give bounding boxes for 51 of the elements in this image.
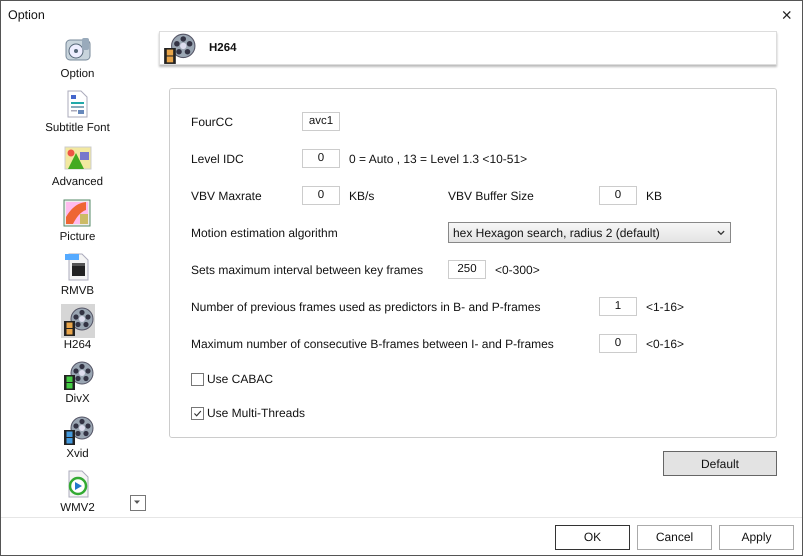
checkmark-icon [193, 408, 202, 418]
header-title: H264 [209, 42, 236, 54]
checkbox-label: Use Multi-Threads [207, 406, 306, 420]
setting-label: Motion estimation algorithm [191, 226, 339, 240]
nav-label[interactable]: Option [60, 68, 94, 80]
hint-text: KB/s [349, 188, 374, 202]
film-reel-icon [62, 359, 94, 392]
cancel-button[interactable]: Cancel [637, 524, 712, 550]
setting-label: VBV Buffer Size [448, 188, 535, 202]
film-reel-icon [62, 414, 94, 446]
setting-label: Number of previous frames used as predictors in B- and P-frames [191, 300, 542, 314]
setting-label: Maximum number of consecutive B-frames between I- and P-frames [191, 336, 555, 350]
nav-label[interactable]: Picture [60, 230, 96, 243]
nav-label[interactable]: RMVB [60, 284, 94, 297]
nav-label[interactable]: WMV2 [60, 502, 95, 514]
input-field[interactable]: 250 [448, 260, 486, 279]
film-reel-icon [62, 305, 94, 338]
ok-button[interactable]: OK [555, 524, 630, 550]
input-field[interactable]: 0 [599, 186, 637, 205]
dropdown[interactable]: hex Hexagon search, radius 2 (default) [448, 222, 731, 243]
checkbox[interactable] [191, 406, 204, 420]
hint-text: <0-16> [646, 336, 684, 350]
hint-text: <0-300> [495, 262, 540, 276]
hint-text: KB [646, 188, 662, 202]
input-field[interactable]: avc1 [302, 112, 340, 131]
nav-label[interactable]: Xvid [66, 448, 89, 460]
painting-icon [61, 196, 94, 229]
setting-label: FourCC [191, 114, 234, 128]
checkbox-label: Use CABAC [207, 372, 274, 386]
default-button[interactable]: Default [663, 451, 777, 476]
scroll-down-button[interactable] [130, 495, 146, 511]
close-button[interactable]: × [781, 6, 792, 24]
window-title: Option [8, 8, 45, 22]
input-field[interactable]: 0 [302, 186, 340, 205]
nav-label[interactable]: H264 [64, 339, 92, 352]
apply-button[interactable]: Apply [719, 524, 794, 550]
chevron-down-icon [716, 228, 726, 238]
setting-label: VBV Maxrate [191, 188, 263, 202]
input-field[interactable]: 0 [599, 334, 637, 353]
nav-label[interactable]: Subtitle Font [45, 122, 110, 134]
hint-text: <1-16> [646, 300, 684, 314]
film-reel-icon [162, 31, 196, 65]
nav-label[interactable]: Advanced [52, 176, 104, 188]
setting-label: Sets maximum interval between key frames [191, 262, 424, 276]
input-field[interactable]: 1 [599, 297, 637, 316]
checkbox[interactable] [191, 372, 204, 386]
hint-text: 0 = Auto , 13 = Level 1.3 <10-51> [349, 152, 528, 166]
nav-item[interactable] [60, 304, 94, 338]
nav-label[interactable]: DivX [65, 393, 90, 406]
setting-label: Level IDC [191, 152, 245, 166]
input-field[interactable]: 0 [302, 149, 340, 168]
